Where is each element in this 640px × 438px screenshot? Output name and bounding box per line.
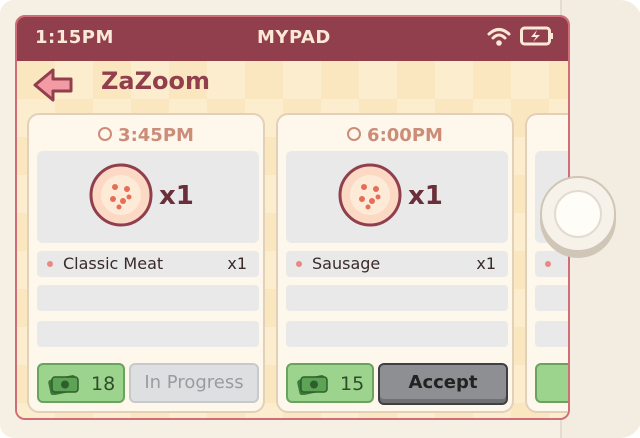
tablet-screen: 1:15PM MYPAD ZaZoom 3:45PM x1 Classic Me… xyxy=(15,15,570,420)
battery-charging-icon xyxy=(520,26,553,46)
cash-icon xyxy=(297,375,328,395)
empty-item-row xyxy=(286,321,508,347)
app-title: ZaZoom xyxy=(101,67,210,95)
pizza-count: x1 xyxy=(159,181,194,211)
pizza-icon xyxy=(89,163,153,227)
tablet-device: 1:15PM MYPAD ZaZoom 3:45PM x1 Classic Me… xyxy=(0,0,640,438)
payout-badge: 15 xyxy=(286,363,374,403)
empty-item-row xyxy=(37,321,259,347)
pizza-preview: x1 xyxy=(286,151,508,243)
order-card: 3:45PM x1 Classic Meat x1 18 In Progress xyxy=(27,113,265,413)
item-qty: x1 xyxy=(476,254,496,273)
bullet-icon xyxy=(296,261,302,267)
cash-icon xyxy=(48,375,79,395)
back-arrow-icon[interactable] xyxy=(31,67,75,103)
payout-badge xyxy=(535,363,568,403)
in-progress-button: In Progress xyxy=(129,363,259,403)
pizza-icon xyxy=(338,163,402,227)
order-time-header: 3:45PM xyxy=(29,125,263,146)
payout-amount: 18 xyxy=(91,373,116,395)
empty-item-row xyxy=(535,285,568,311)
payout-amount: 15 xyxy=(340,373,365,395)
bullet-icon xyxy=(47,261,53,267)
clock-icon xyxy=(98,127,113,141)
order-item-row: Sausage x1 xyxy=(286,251,508,277)
item-qty: x1 xyxy=(227,254,247,273)
accept-button[interactable]: Accept xyxy=(378,363,508,405)
item-name: Classic Meat xyxy=(63,254,164,273)
status-bar: 1:15PM MYPAD xyxy=(17,17,568,61)
home-button[interactable] xyxy=(540,176,616,252)
empty-item-row xyxy=(535,321,568,347)
order-time: 3:45PM xyxy=(118,125,194,146)
home-button-inner xyxy=(554,190,602,238)
order-time-header: 6:00PM xyxy=(278,125,512,146)
empty-item-row xyxy=(37,285,259,311)
item-name: Sausage xyxy=(312,254,381,273)
status-time: 1:15PM xyxy=(35,27,114,48)
order-item-row: Classic Meat x1 xyxy=(37,251,259,277)
order-card: 6:00PM x1 Sausage x1 15 Accept xyxy=(276,113,514,413)
pizza-count: x1 xyxy=(408,181,443,211)
device-name: MYPAD xyxy=(257,27,331,48)
order-card-partial[interactable] xyxy=(525,113,568,413)
clock-icon xyxy=(347,127,362,141)
wifi-icon xyxy=(487,28,511,46)
order-time: 6:00PM xyxy=(367,125,443,146)
empty-item-row xyxy=(286,285,508,311)
order-item-row xyxy=(535,251,568,277)
payout-badge: 18 xyxy=(37,363,125,403)
pizza-preview: x1 xyxy=(37,151,259,243)
bullet-icon xyxy=(545,261,551,267)
